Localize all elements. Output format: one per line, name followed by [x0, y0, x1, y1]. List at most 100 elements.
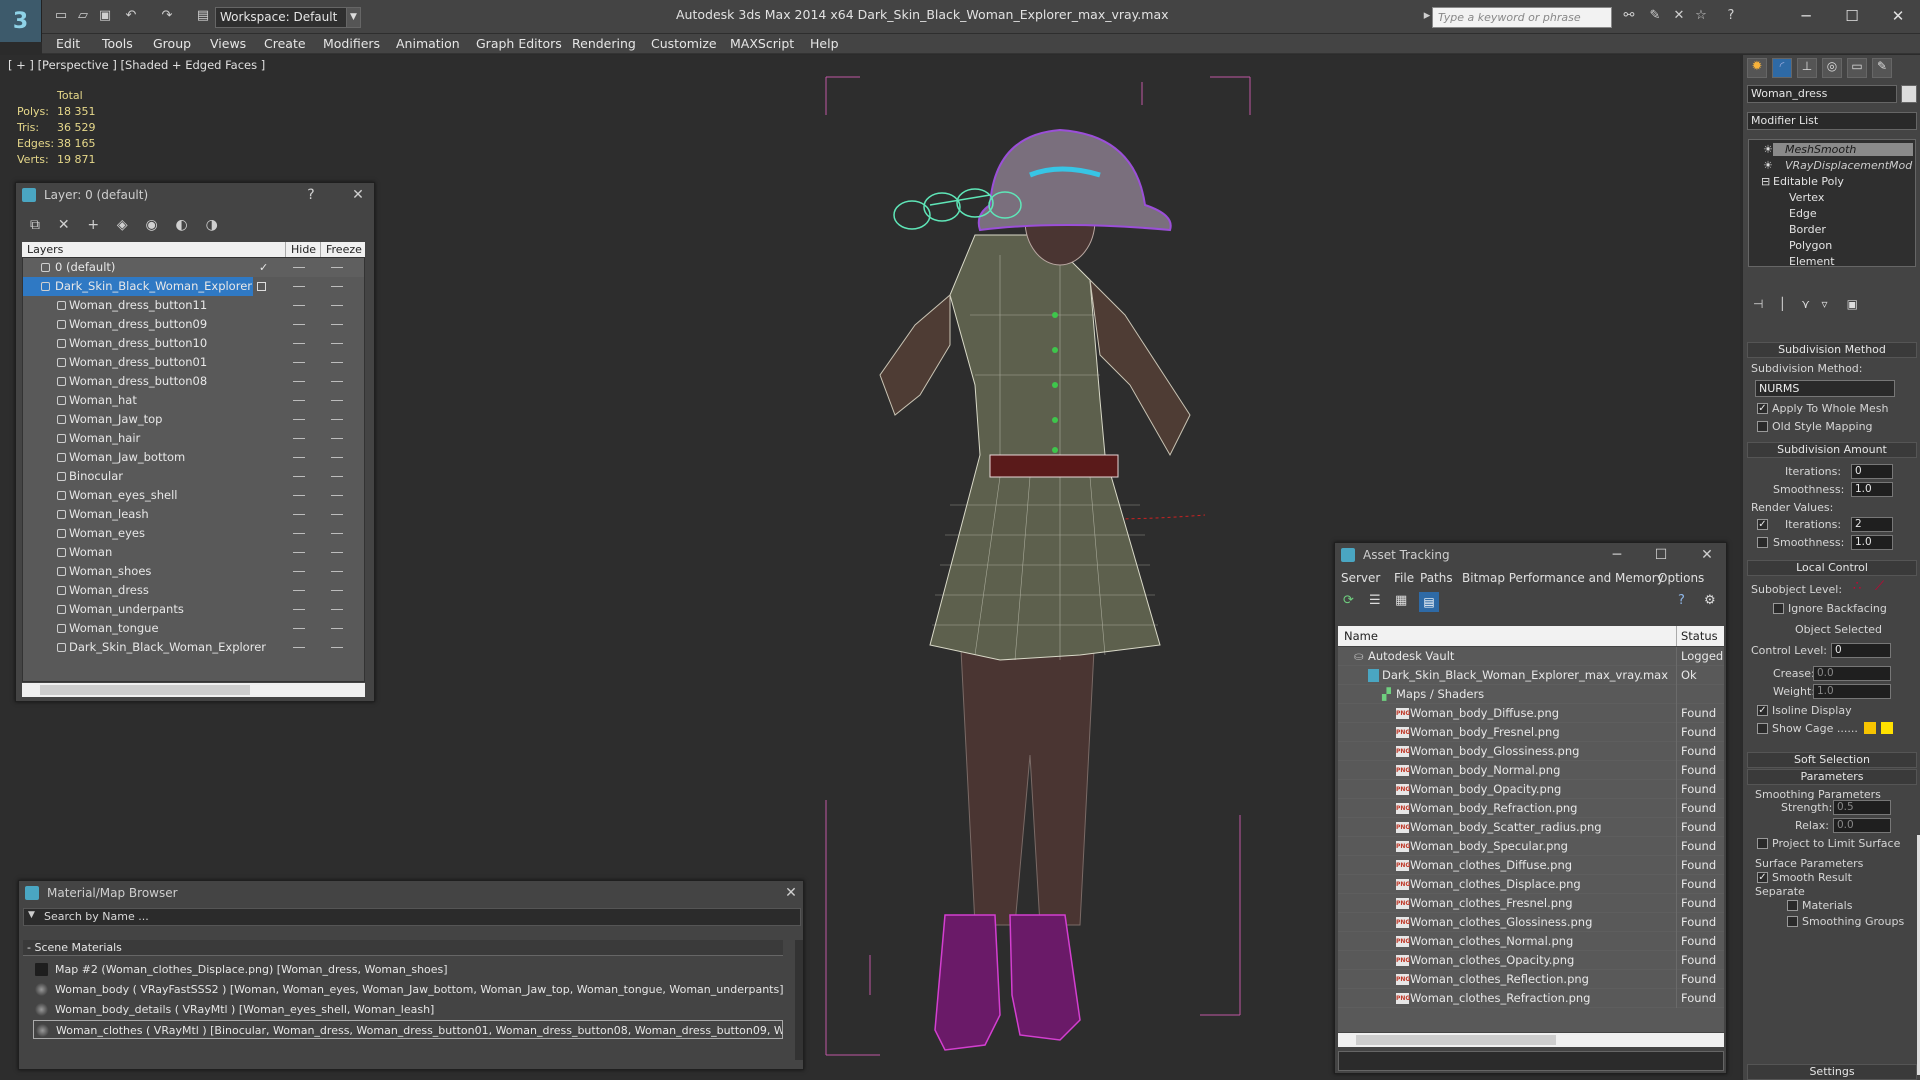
menu-maxscript[interactable]: MAXScript	[730, 36, 794, 51]
maximize-button[interactable]: ☐	[1651, 545, 1671, 565]
asset-map-row[interactable]: PNG Woman_body_Diffuse.png Found	[1338, 704, 1724, 723]
search-options-icon[interactable]: ▼	[28, 910, 35, 920]
separate-smoothing-groups-checkbox[interactable]	[1787, 916, 1798, 927]
asset-map-row[interactable]: PNG Woman_body_Scatter_radius.png Found	[1338, 818, 1724, 837]
stack-element[interactable]: Element	[1789, 255, 1835, 268]
freeze-toggle[interactable]	[331, 381, 343, 382]
hide-toggle[interactable]	[293, 514, 305, 515]
render-smoothness-checkbox[interactable]	[1757, 537, 1768, 548]
crease-spinner[interactable]: 0.0	[1813, 666, 1891, 681]
layer-row[interactable]: Woman_dress	[23, 581, 364, 600]
settings-icon[interactable]: ⚙	[1704, 593, 1716, 608]
new-file-icon[interactable]: ▭	[52, 8, 70, 24]
hide-toggle[interactable]	[293, 286, 305, 287]
stack-vertex[interactable]: Vertex	[1789, 191, 1824, 204]
select-objects-icon[interactable]: ◈	[117, 217, 128, 233]
asset-map-row[interactable]: PNG Woman_body_Fresnel.png Found	[1338, 723, 1724, 742]
stack-vray-displacement[interactable]: VRayDisplacementMod	[1785, 159, 1912, 172]
favorites-star-icon[interactable]: ☆	[1692, 8, 1710, 24]
layer-row[interactable]: Binocular	[23, 467, 364, 486]
smoothness-spinner[interactable]: 1.0	[1851, 482, 1893, 497]
asset-map-row[interactable]: PNG Woman_body_Opacity.png Found	[1338, 780, 1724, 799]
freeze-toggle[interactable]	[331, 400, 343, 401]
hide-toggle[interactable]	[293, 533, 305, 534]
horizontal-scrollbar[interactable]	[1338, 1033, 1724, 1047]
asset-map-row[interactable]: PNG Woman_clothes_Displace.png Found	[1338, 875, 1724, 894]
close-panel-button[interactable]: ✕	[348, 185, 368, 205]
undo-icon[interactable]: ↶	[122, 8, 140, 24]
save-icon[interactable]: ▣	[96, 8, 114, 24]
stack-polygon[interactable]: Polygon	[1789, 239, 1832, 252]
lightbulb-icon[interactable]: ☀	[1763, 143, 1773, 156]
asset-map-row[interactable]: PNG Woman_body_Refraction.png Found	[1338, 799, 1724, 818]
rollout-soft-selection[interactable]: Soft Selection	[1747, 752, 1917, 768]
stack-edge[interactable]: Edge	[1789, 207, 1817, 220]
modifier-list-dropdown[interactable]: Modifier List	[1747, 112, 1917, 130]
render-smoothness-spinner[interactable]: 1.0	[1851, 535, 1893, 550]
control-level-spinner[interactable]: 0	[1831, 643, 1891, 658]
collapse-icon[interactable]: ⊟	[1761, 175, 1770, 188]
layer-row[interactable]: Woman_dress_button10	[23, 334, 364, 353]
highlight-objects-icon[interactable]: ◉	[146, 217, 158, 233]
hide-toggle[interactable]	[293, 267, 305, 268]
layer-row[interactable]: Woman_eyes	[23, 524, 364, 543]
hide-toggle[interactable]	[293, 362, 305, 363]
layer-row[interactable]: Woman_eyes_shell	[23, 486, 364, 505]
layer-row[interactable]: Woman_Jaw_bottom	[23, 448, 364, 467]
menu-customize[interactable]: Customize	[651, 36, 717, 51]
apply-whole-mesh-checkbox[interactable]: ✓	[1757, 403, 1768, 414]
asset-maps-group-row[interactable]: ▞ Maps / Shaders	[1338, 685, 1724, 704]
layer-row[interactable]: Dark_Skin_Black_Woman_Explorer	[23, 277, 364, 296]
edge-level-icon[interactable]: ⟋	[1875, 579, 1884, 594]
separate-materials-checkbox[interactable]	[1787, 900, 1798, 911]
app-logo-icon[interactable]: 3	[0, 0, 42, 42]
freeze-toggle[interactable]	[331, 609, 343, 610]
hierarchy-tab-icon[interactable]: ⊥	[1797, 58, 1817, 78]
close-button[interactable]: ✕	[1878, 4, 1918, 28]
smooth-result-checkbox[interactable]: ✓	[1757, 872, 1768, 883]
iterations-spinner[interactable]: 0	[1851, 464, 1893, 479]
close-panel-button[interactable]: ✕	[781, 883, 801, 903]
close-panel-button[interactable]: ✕	[1697, 545, 1717, 565]
asset-map-row[interactable]: PNG Woman_clothes_Fresnel.png Found	[1338, 894, 1724, 913]
menu-options[interactable]: Options	[1658, 571, 1704, 585]
refresh-icon[interactable]: ⟳	[1343, 593, 1354, 608]
freeze-toggle[interactable]	[331, 343, 343, 344]
hide-toggle[interactable]	[293, 571, 305, 572]
material-search[interactable]: ▼ Search by Name ...	[23, 908, 801, 926]
layer-row[interactable]: Dark_Skin_Black_Woman_Explorer	[23, 638, 364, 657]
hide-toggle[interactable]	[293, 419, 305, 420]
checkmark-icon[interactable]: ✓	[259, 258, 268, 277]
layer-list[interactable]: 0 (default) ✓ Dark_Skin_Black_Woman_Explor…	[22, 257, 365, 682]
menu-create[interactable]: Create	[264, 36, 306, 51]
layer-row[interactable]: Woman	[23, 543, 364, 562]
add-to-layer-icon[interactable]: +	[87, 217, 99, 233]
freeze-toggle[interactable]	[331, 647, 343, 648]
col-hide[interactable]: Hide	[285, 242, 316, 258]
object-name-field[interactable]: Woman_dress	[1747, 85, 1897, 103]
layer-row[interactable]: Woman_hat	[23, 391, 364, 410]
menu-modifiers[interactable]: Modifiers	[323, 36, 380, 51]
asset-file-row[interactable]: Dark_Skin_Black_Woman_Explorer_max_vray.…	[1338, 666, 1724, 685]
help-button[interactable]: ?	[301, 185, 321, 205]
utilities-tab-icon[interactable]: ✎	[1872, 58, 1892, 78]
horizontal-scrollbar[interactable]	[22, 683, 365, 697]
asset-map-row[interactable]: PNG Woman_body_Specular.png Found	[1338, 837, 1724, 856]
layer-row[interactable]: Woman_tongue	[23, 619, 364, 638]
freeze-all-icon[interactable]: ◑	[206, 217, 218, 233]
render-iterations-spinner[interactable]: 2	[1851, 517, 1893, 532]
freeze-toggle[interactable]	[331, 324, 343, 325]
strength-spinner[interactable]: 0.5	[1833, 800, 1891, 815]
layer-row[interactable]: Woman_dress_button01	[23, 353, 364, 372]
subdivision-method-dropdown[interactable]: NURMS	[1755, 380, 1895, 397]
layer-row[interactable]: Woman_Jaw_top	[23, 410, 364, 429]
show-end-result-icon[interactable]: │	[1779, 297, 1786, 311]
freeze-toggle[interactable]	[331, 438, 343, 439]
create-layer-icon[interactable]: ⧉	[30, 217, 40, 233]
list-view-icon[interactable]: ☰	[1369, 593, 1381, 608]
ignore-backfacing-checkbox[interactable]	[1773, 603, 1784, 614]
vertex-level-icon[interactable]: ∴	[1853, 579, 1861, 594]
layer-row[interactable]: Woman_dress_button08	[23, 372, 364, 391]
menu-group[interactable]: Group	[153, 36, 191, 51]
asset-map-row[interactable]: PNG Woman_body_Normal.png Found	[1338, 761, 1724, 780]
